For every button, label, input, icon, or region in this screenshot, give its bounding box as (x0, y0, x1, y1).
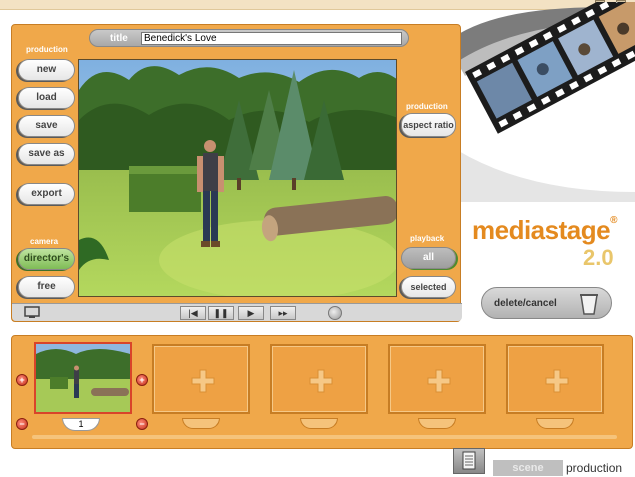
empty-scene-slot[interactable] (388, 344, 486, 414)
timeline-scroll-track[interactable] (32, 435, 617, 439)
plus-icon (309, 369, 333, 393)
scene-render (79, 60, 396, 296)
title-bar: title (89, 29, 409, 47)
pause-button[interactable]: ❚❚ (208, 306, 234, 320)
directors-camera-button[interactable]: director's (18, 248, 75, 270)
empty-scene-slot[interactable] (270, 344, 368, 414)
production-heading-right: production (406, 102, 448, 111)
scene-timeline: + − 1 + − (11, 335, 633, 449)
production-panel: title production new load save save as e… (11, 24, 462, 322)
tab-scene[interactable]: scene (493, 460, 563, 476)
delete-cancel-label: delete/cancel (494, 298, 557, 309)
scene-thumbnail-1[interactable] (34, 342, 132, 414)
fast-forward-button[interactable]: ▸▸ (270, 306, 296, 320)
title-input[interactable] (141, 32, 402, 45)
notes-icon (462, 451, 476, 470)
add-scene-right-icon[interactable]: + (136, 374, 148, 386)
plus-icon (545, 369, 569, 393)
tab-production[interactable]: production (566, 460, 622, 476)
plus-icon (191, 369, 215, 393)
monitor-icon[interactable] (24, 306, 40, 319)
scene-thumbnail-image (36, 344, 130, 412)
brand-name: mediastage (472, 215, 611, 245)
add-scene-left-icon[interactable]: + (16, 374, 28, 386)
play-button[interactable]: ▶ (238, 306, 264, 320)
plus-icon (427, 369, 451, 393)
trash-icon (580, 294, 598, 315)
notepad-icon[interactable] (453, 448, 485, 474)
aspect-ratio-button[interactable]: aspect ratio (401, 113, 456, 137)
scene-number-tab[interactable]: 1 (62, 418, 100, 431)
playback-selected-button[interactable]: selected (401, 276, 456, 298)
volume-knob[interactable] (328, 306, 342, 320)
load-button[interactable]: load (18, 87, 75, 109)
playback-controls-bar: |◀ ❚❚ ▶ ▸▸ (12, 303, 462, 321)
film-strip-graphic (447, 2, 635, 202)
slot-tab (300, 418, 338, 429)
brand-version: 2.0 (583, 245, 614, 270)
scene-viewport[interactable] (78, 59, 397, 297)
save-button[interactable]: save (18, 115, 75, 137)
skip-to-start-button[interactable]: |◀ (180, 306, 206, 320)
export-button[interactable]: export (18, 183, 75, 205)
save-as-button[interactable]: save as (18, 143, 75, 165)
new-button[interactable]: new (18, 59, 75, 81)
playback-heading: playback (410, 234, 445, 243)
empty-scene-slot[interactable] (152, 344, 250, 414)
playback-all-button[interactable]: all (401, 247, 456, 269)
free-camera-button[interactable]: free (18, 276, 75, 298)
brand-logo: mediastage® (472, 215, 617, 245)
production-heading-left: production (26, 45, 68, 54)
slot-tab (536, 418, 574, 429)
title-label: title (110, 33, 128, 44)
slot-tab (418, 418, 456, 429)
slot-tab (182, 418, 220, 429)
camera-heading: camera (30, 237, 59, 246)
delete-cancel-button[interactable]: delete/cancel (481, 287, 612, 319)
empty-scene-slot[interactable] (506, 344, 604, 414)
remove-scene-right-icon[interactable]: − (136, 418, 148, 430)
remove-scene-left-icon[interactable]: − (16, 418, 28, 430)
